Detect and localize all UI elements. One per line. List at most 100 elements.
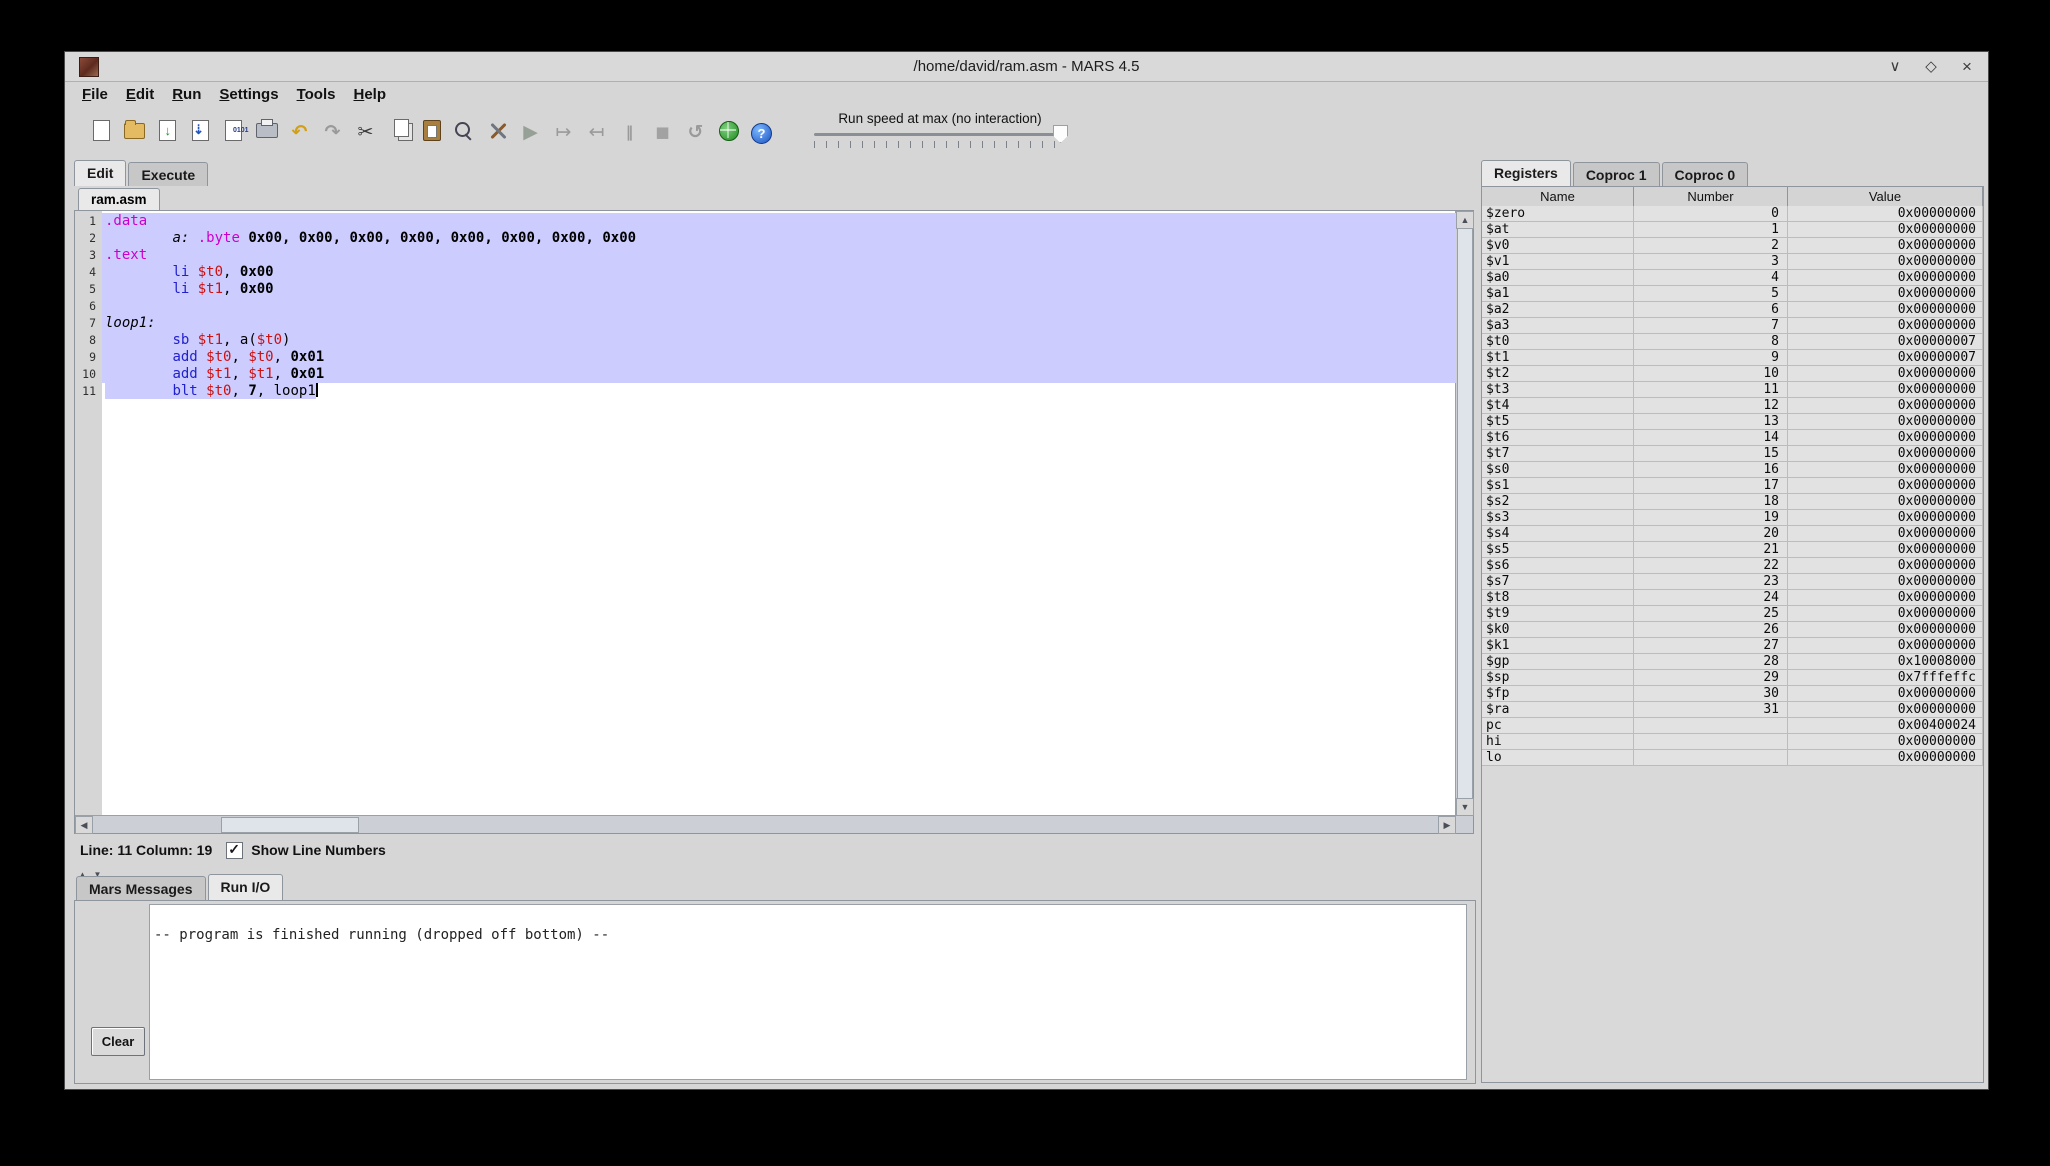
menu-run[interactable]: Run [163,83,210,106]
register-value-cell[interactable]: 0x00000000 [1788,734,1983,750]
assemble-button[interactable] [481,115,514,151]
menu-settings[interactable]: Settings [210,83,287,106]
step-button[interactable]: ↦ [547,115,580,151]
register-value-cell[interactable]: 0x00000000 [1788,206,1983,222]
pause-button[interactable]: ‖ [613,115,646,151]
register-value-cell[interactable]: 0x00000000 [1788,494,1983,510]
column-header-value[interactable]: Value [1788,187,1983,207]
register-number-cell: 24 [1634,590,1788,606]
new-file-button[interactable] [85,115,118,151]
register-value-cell[interactable]: 0x00000000 [1788,270,1983,286]
register-row: $t3 11 0x00000000 [1482,382,1983,398]
code-editor[interactable]: 1 .data 2 a: .byte 0x00, 0x00, 0x00, 0x00,… [75,211,1456,816]
cut-button[interactable]: ✂ [349,115,382,151]
vertical-scroll-thumb[interactable] [1457,228,1473,799]
register-value-cell[interactable]: 0x10008000 [1788,654,1983,670]
title-bar[interactable]: /home/david/ram.asm - MARS 4.5 [65,52,1988,82]
open-file-button[interactable] [118,115,151,151]
register-value-cell[interactable]: 0x00000000 [1788,254,1983,270]
register-value-cell[interactable]: 0x00000000 [1788,318,1983,334]
horizontal-scroll-thumb[interactable] [221,817,359,833]
dump-memory-button[interactable]: 0101 [217,115,250,151]
tab-run-i-o[interactable]: Run I/O [207,874,284,900]
file-tab-ram-asm[interactable]: ram.asm [78,188,160,211]
redo-button[interactable]: ↷ [316,115,349,151]
clear-button[interactable]: Clear [91,1027,145,1056]
show-line-numbers-checkbox[interactable] [226,841,244,859]
tab-execute[interactable]: Execute [128,162,209,186]
register-value-cell[interactable]: 0x00000000 [1788,302,1983,318]
register-value-cell[interactable]: 0x00000000 [1788,238,1983,254]
column-header-number[interactable]: Number [1634,187,1788,207]
copy-button[interactable] [382,115,415,151]
print-button[interactable] [250,115,283,151]
line-number: 9 [89,350,96,364]
reset-icon: ↺ [687,121,704,143]
scroll-right-arrow-icon[interactable]: ▶ [1438,816,1456,834]
run-io-area[interactable]: -- program is finished running (dropped … [149,904,1467,1080]
register-name-cell: $s3 [1482,510,1634,526]
register-value-cell[interactable]: 0x00000000 [1788,430,1983,446]
register-value-cell[interactable]: 0x00000000 [1788,446,1983,462]
save-as-button[interactable]: ⇣ [184,115,217,151]
register-value-cell[interactable]: 0x00000000 [1788,574,1983,590]
register-value-cell[interactable]: 0x00000007 [1788,334,1983,350]
tab-registers[interactable]: Registers [1481,160,1571,186]
split-divider[interactable]: ▲ ▼ [74,864,1474,879]
find-replace-button[interactable] [448,115,481,151]
register-value-cell[interactable]: 0x00000000 [1788,414,1983,430]
register-value-cell[interactable]: 0x00000007 [1788,350,1983,366]
menu-file[interactable]: File [73,83,117,106]
maximize-icon[interactable] [1922,58,1940,76]
register-value-cell[interactable]: 0x00000000 [1788,638,1983,654]
run-speed-slider-track[interactable] [814,133,1062,136]
save-button[interactable]: ↓ [151,115,184,151]
tab-coproc-0[interactable]: Coproc 0 [1661,162,1749,186]
register-value-cell[interactable]: 0x00000000 [1788,702,1983,718]
help-globe-button[interactable] [712,115,745,151]
undo-button[interactable]: ↶ [283,115,316,151]
run-button[interactable]: ▶ [514,115,547,151]
register-value-cell[interactable]: 0x00000000 [1788,398,1983,414]
register-value-cell[interactable]: 0x00000000 [1788,222,1983,238]
scroll-left-arrow-icon[interactable]: ◀ [75,816,93,834]
backstep-button[interactable]: ↤ [580,115,613,151]
register-value-cell[interactable]: 0x00000000 [1788,366,1983,382]
register-value-cell[interactable]: 0x00000000 [1788,590,1983,606]
paste-button[interactable] [415,115,448,151]
register-row: lo 0x00000000 [1482,750,1983,766]
reset-button[interactable]: ↺ [679,115,712,151]
editor-vertical-scrollbar[interactable]: ▲ ▼ [1455,211,1474,816]
help-button[interactable]: ? [745,115,778,151]
editor-horizontal-scrollbar[interactable]: ◀ ▶ [75,815,1456,834]
register-value-cell[interactable]: 0x00000000 [1788,686,1983,702]
tab-mars-messages[interactable]: Mars Messages [76,876,206,900]
tab-coproc-1[interactable]: Coproc 1 [1572,162,1660,186]
column-header-name[interactable]: Name [1482,187,1634,207]
menu-tools[interactable]: Tools [288,83,345,106]
scroll-up-arrow-icon[interactable]: ▲ [1456,211,1474,229]
register-value-cell[interactable]: 0x00000000 [1788,558,1983,574]
minimize-icon[interactable] [1886,58,1904,76]
register-value-cell[interactable]: 0x7fffeffc [1788,670,1983,686]
register-value-cell[interactable]: 0x00000000 [1788,510,1983,526]
register-value-cell[interactable]: 0x00000000 [1788,462,1983,478]
register-value-cell[interactable]: 0x00000000 [1788,542,1983,558]
stop-button[interactable]: ■ [646,115,679,151]
register-value-cell[interactable]: 0x00000000 [1788,606,1983,622]
register-value-cell[interactable]: 0x00000000 [1788,750,1983,766]
register-value-cell[interactable]: 0x00000000 [1788,526,1983,542]
register-value-cell[interactable]: 0x00000000 [1788,622,1983,638]
register-value-cell[interactable]: 0x00000000 [1788,382,1983,398]
scroll-down-arrow-icon[interactable]: ▼ [1456,798,1474,816]
close-icon[interactable] [1958,58,1976,76]
menu-help[interactable]: Help [344,83,395,106]
main-tab-bar: Edit Execute [74,159,209,186]
register-value-cell[interactable]: 0x00000000 [1788,286,1983,302]
register-name-cell: $t2 [1482,366,1634,382]
register-value-cell[interactable]: 0x00400024 [1788,718,1983,734]
register-value-cell[interactable]: 0x00000000 [1788,478,1983,494]
tab-edit[interactable]: Edit [74,160,127,186]
menu-edit[interactable]: Edit [117,83,163,106]
code-token: , [231,366,249,382]
